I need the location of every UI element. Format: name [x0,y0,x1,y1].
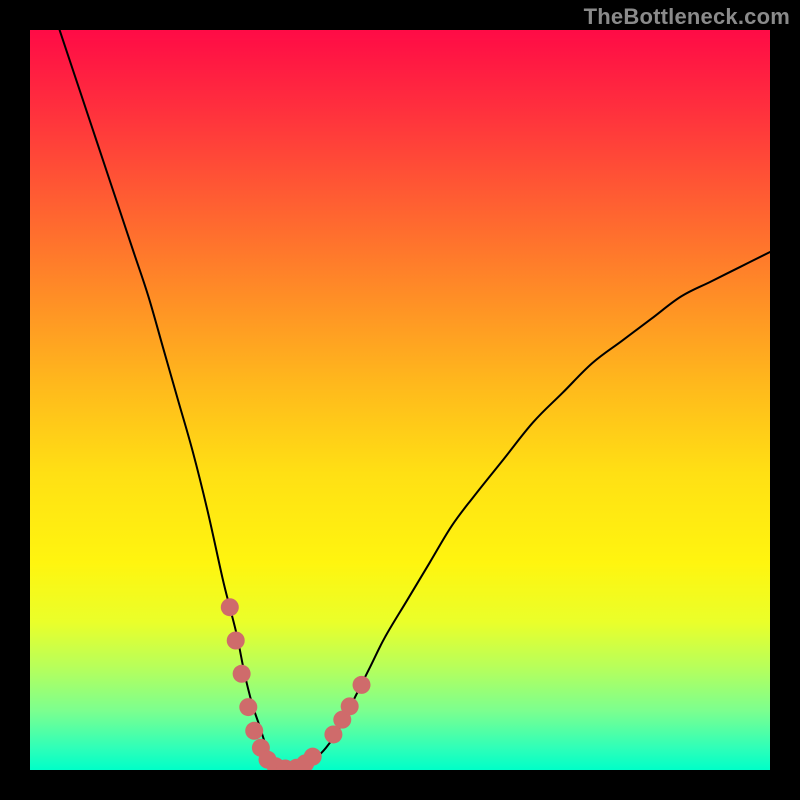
plot-area [30,30,770,770]
curve-marker [353,676,371,694]
curve-marker [221,598,239,616]
curve-marker [341,697,359,715]
chart-svg [30,30,770,770]
curve-marker [239,698,257,716]
curve-marker [233,665,251,683]
chart-frame: TheBottleneck.com [0,0,800,800]
bottleneck-curve [60,30,770,770]
curve-markers [221,598,371,770]
curve-marker [304,748,322,766]
curve-marker [227,632,245,650]
curve-marker [245,722,263,740]
watermark-text: TheBottleneck.com [584,4,790,30]
